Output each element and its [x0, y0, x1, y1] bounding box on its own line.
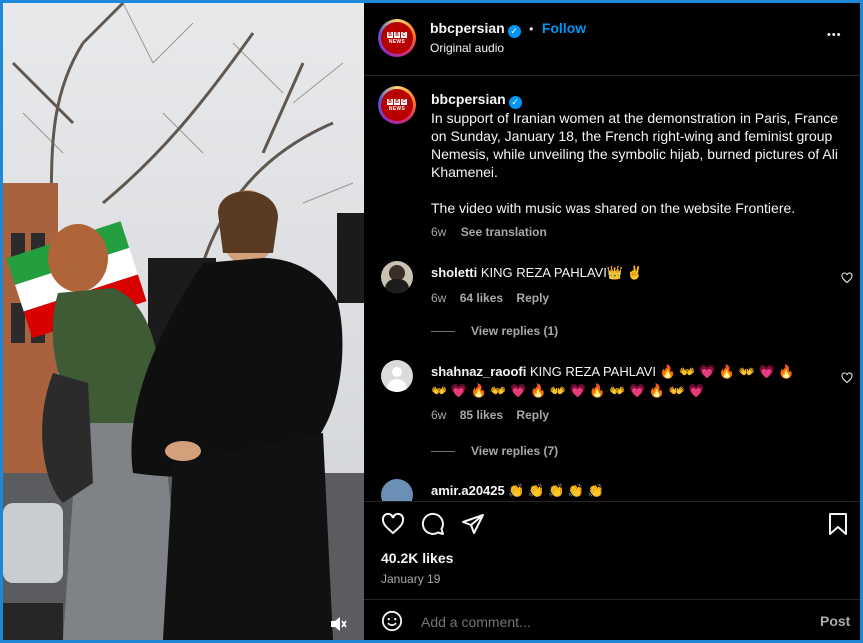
- mute-icon[interactable]: [329, 615, 347, 633]
- heart-icon[interactable]: [841, 372, 853, 384]
- comment-icon[interactable]: [421, 512, 445, 536]
- more-options-icon[interactable]: •••: [827, 29, 842, 41]
- reply-button[interactable]: Reply: [516, 408, 549, 422]
- instagram-post-modal: BBC NEWS bbcpersian ✓ • Follow Original a…: [3, 3, 860, 640]
- video-frame: [3, 3, 364, 640]
- caption-avatar[interactable]: BBC NEWS: [378, 86, 416, 124]
- comment-input[interactable]: [419, 612, 783, 632]
- comment-age: 6w: [431, 291, 447, 305]
- post-date: January 19: [381, 572, 441, 586]
- caption-username[interactable]: bbcpersian: [431, 91, 506, 107]
- view-replies-label: View replies (1): [471, 324, 559, 338]
- post-age: 6w: [431, 225, 447, 239]
- view-replies-button[interactable]: View replies (1): [431, 324, 558, 338]
- header-username[interactable]: bbcpersian: [430, 20, 505, 36]
- reply-button[interactable]: Reply: [516, 291, 549, 305]
- bbc-logo: BBC NEWS: [381, 89, 413, 121]
- emoji-icon[interactable]: [381, 610, 403, 632]
- post-comment-button[interactable]: Post: [820, 613, 850, 629]
- verified-badge-icon: ✓: [508, 96, 522, 109]
- comment-likes[interactable]: 85 likes: [460, 408, 503, 422]
- original-audio-link[interactable]: Original audio: [430, 41, 504, 55]
- see-translation-link[interactable]: See translation: [461, 225, 547, 239]
- comment-text: KING REZA PAHLAVI👑 ✌: [480, 265, 643, 280]
- comment-item: sholetti KING REZA PAHLAVI👑 ✌ 6w 64 like…: [381, 261, 853, 341]
- post-header: BBC NEWS bbcpersian ✓ • Follow Original a…: [364, 3, 860, 76]
- caption-text: In support of Iranian women at the demon…: [431, 110, 838, 180]
- bbc-avatar[interactable]: BBC NEWS: [378, 19, 416, 57]
- comment-text: 👏 👏 👏 👏 👏: [508, 483, 604, 498]
- comment-username[interactable]: sholetti: [431, 265, 477, 280]
- like-count[interactable]: 40.2K likes: [381, 550, 453, 566]
- comment-username[interactable]: shahnaz_raoofi: [431, 364, 526, 379]
- follow-button[interactable]: Follow: [542, 20, 586, 36]
- caption-text-2: The video with music was shared on the w…: [431, 200, 796, 216]
- save-bookmark-icon[interactable]: [827, 512, 849, 536]
- comment-likes[interactable]: 64 likes: [460, 291, 503, 305]
- avatar[interactable]: [381, 261, 413, 293]
- view-replies-button[interactable]: View replies (7): [431, 444, 558, 458]
- comment-username[interactable]: amir.a20425: [431, 483, 505, 498]
- share-icon[interactable]: [461, 512, 485, 536]
- heart-icon[interactable]: [841, 272, 853, 284]
- verified-badge-icon: ✓: [507, 25, 521, 38]
- comment-item: shahnaz_raoofi KING REZA PAHLAVI 🔥 👐 💗 🔥…: [381, 360, 853, 460]
- video-player[interactable]: [3, 3, 364, 640]
- comment-age: 6w: [431, 408, 447, 422]
- header-separator: •: [529, 22, 534, 36]
- post-details-panel: BBC NEWS bbcpersian ✓ • Follow Original a…: [364, 3, 860, 640]
- add-comment-bar: Post: [364, 599, 860, 640]
- like-heart-icon[interactable]: [381, 512, 405, 536]
- default-avatar-icon[interactable]: [381, 360, 413, 392]
- view-replies-label: View replies (7): [471, 444, 559, 458]
- bbc-logo: BBC NEWS: [381, 22, 413, 54]
